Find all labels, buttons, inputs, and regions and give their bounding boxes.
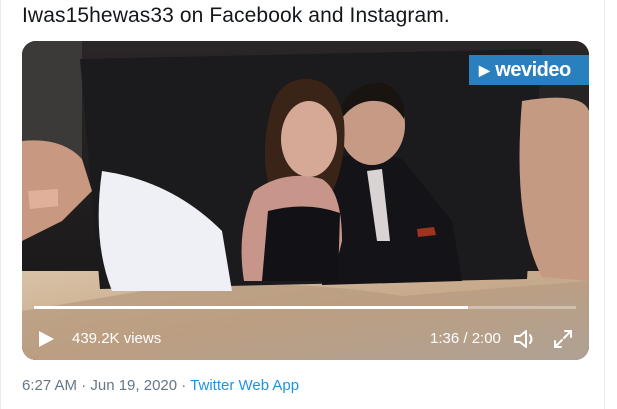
- card-border-right: [604, 0, 605, 409]
- tweet-text: Iwas15hewas33 on Facebook and Instagram.: [22, 4, 450, 27]
- video-player[interactable]: ▶ wevideo 439.2K views 1:36 / 2:00: [22, 41, 589, 360]
- volume-icon: [514, 330, 533, 348]
- video-time: 1:36 / 2:00: [430, 330, 501, 347]
- video-progress-bar[interactable]: [34, 306, 576, 309]
- wevideo-watermark: ▶ wevideo: [469, 55, 589, 85]
- watermark-text: wevideo: [495, 58, 571, 81]
- video-frame-photo: [22, 41, 589, 360]
- tweet-source-link[interactable]: Twitter Web App: [190, 377, 299, 394]
- volume-button[interactable]: [512, 328, 538, 350]
- watermark-play-icon: ▶: [479, 61, 490, 78]
- fullscreen-icon: [554, 330, 572, 348]
- card-border-left: [0, 0, 1, 409]
- play-icon: [39, 331, 54, 347]
- play-button[interactable]: [36, 328, 58, 350]
- video-progress-fill: [34, 306, 468, 309]
- fullscreen-button[interactable]: [552, 328, 574, 350]
- view-count: 439.2K views: [72, 330, 162, 347]
- tweet-metadata: 6:27 AM · Jun 19, 2020 · Twitter Web App: [22, 377, 299, 394]
- tweet-timestamp[interactable]: 6:27 AM · Jun 19, 2020 ·: [22, 377, 190, 394]
